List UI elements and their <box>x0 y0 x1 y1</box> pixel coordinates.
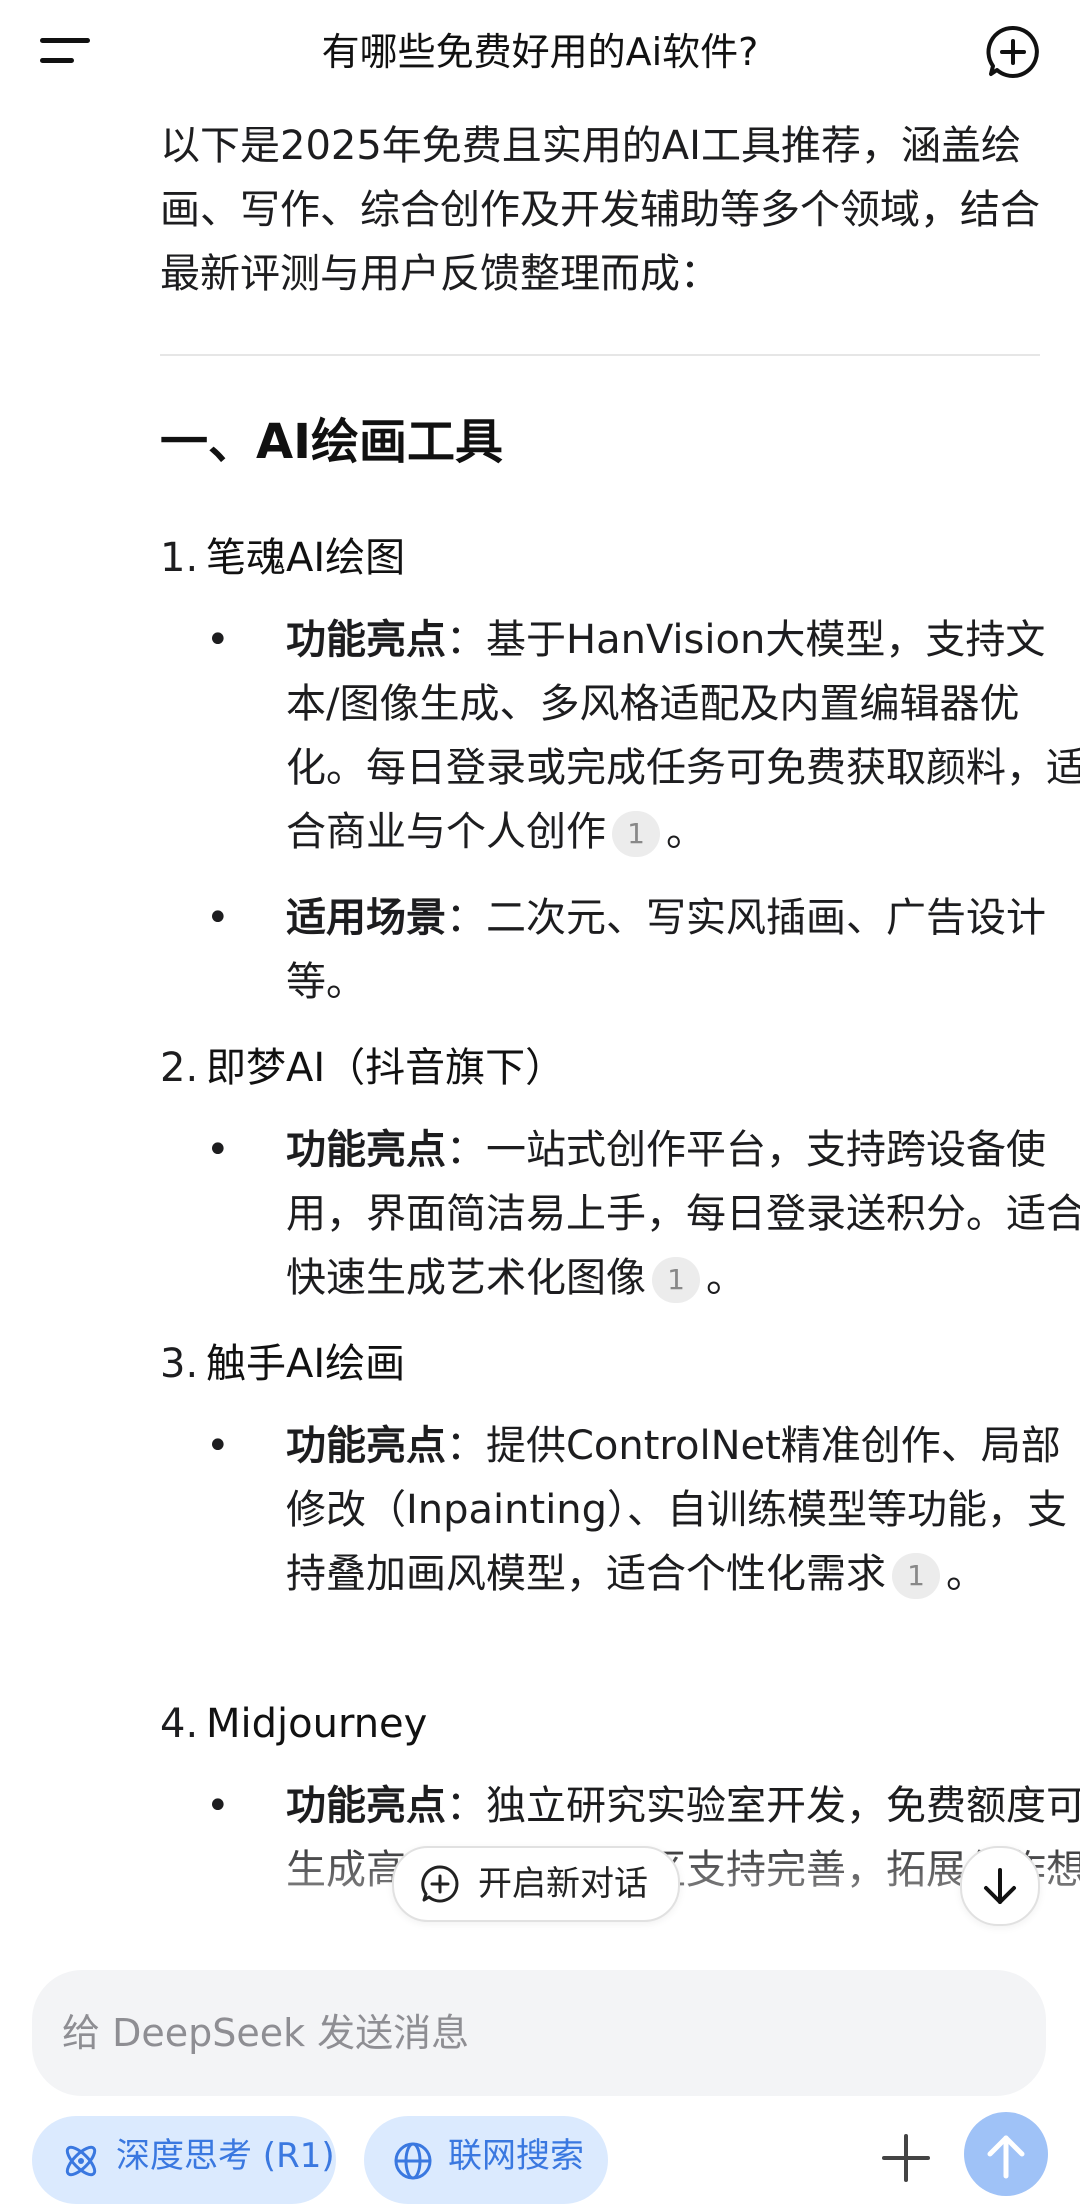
item-number: 2. <box>160 1045 199 1091</box>
atom-icon <box>65 2145 97 2177</box>
item-number: 3. <box>160 1341 199 1387</box>
web-search-label: 联网搜索 <box>448 2136 584 2176</box>
item-number: 1. <box>160 535 199 581</box>
page-title: 有哪些免费好用的Ai软件? <box>321 30 759 74</box>
deep-think-toggle[interactable]: 深度思考 (R1) <box>32 2116 336 2204</box>
scroll-to-bottom-button[interactable] <box>960 1846 1040 1926</box>
bullet-end: 。 <box>946 1551 986 1597</box>
bullet-end: 。 <box>666 809 706 855</box>
item-title: 笔魂AI绘图 <box>206 535 406 581</box>
web-search-toggle[interactable]: 联网搜索 <box>364 2116 608 2204</box>
item-number: 4. <box>160 1701 199 1747</box>
menu-icon-line-top <box>40 38 90 43</box>
message-input[interactable]: 给 DeepSeek 发送消息 <box>32 1970 1046 2096</box>
bullet-dot: • <box>206 617 230 663</box>
bullet-separator: ： <box>446 1783 486 1829</box>
send-button[interactable] <box>964 2112 1048 2196</box>
citation-badge[interactable]: 1 <box>612 811 660 857</box>
item-title: 触手AI绘画 <box>206 1341 406 1387</box>
bullet-label: 功能亮点 <box>286 1423 446 1469</box>
new-chat-button[interactable]: 开启新对话 <box>392 1846 680 1922</box>
bullet-separator: ： <box>446 1127 486 1173</box>
bullet-label: 适用场景 <box>286 895 446 941</box>
menu-icon[interactable] <box>30 26 100 76</box>
globe-icon <box>394 2142 432 2180</box>
bullet-label: 功能亮点 <box>286 617 446 663</box>
section-heading: 一、AI绘画工具 <box>160 414 504 470</box>
deep-think-label: 深度思考 (R1) <box>116 2136 335 2176</box>
bullet-end: 。 <box>706 1255 746 1301</box>
bullet-separator: ： <box>446 895 486 941</box>
item-title: Midjourney <box>206 1701 428 1747</box>
top-bar: 有哪些免费好用的Ai软件? <box>0 0 1080 108</box>
bullet-dot: • <box>206 1127 230 1173</box>
bullet-separator: ： <box>446 617 486 663</box>
divider <box>160 354 1040 356</box>
bullet-label: 功能亮点 <box>286 1127 446 1173</box>
arrow-up-icon <box>987 2135 1025 2179</box>
attach-plus-icon[interactable] <box>876 2128 936 2188</box>
bullet-dot: • <box>206 1423 230 1469</box>
citation-badge[interactable]: 1 <box>892 1553 940 1599</box>
bullet-label: 功能亮点 <box>286 1783 446 1829</box>
bullet-dot: • <box>206 1783 230 1829</box>
citation-badge[interactable]: 1 <box>652 1257 700 1303</box>
intro-paragraph: 以下是2025年免费且实用的AI工具推荐，涵盖绘画、写作、综合创作及开发辅助等多… <box>160 123 1040 297</box>
new-chat-label: 开启新对话 <box>478 1864 648 1904</box>
chat-plus-icon <box>421 1865 459 1903</box>
bullet-dot: • <box>206 895 230 941</box>
message-input-placeholder: 给 DeepSeek 发送消息 <box>62 2011 470 2055</box>
menu-icon-line-bottom <box>40 58 74 63</box>
bullet-separator: ： <box>446 1423 486 1469</box>
item-title: 即梦AI（抖音旗下） <box>206 1045 566 1091</box>
arrow-down-icon <box>984 1868 1016 1904</box>
chat-plus-icon[interactable] <box>985 24 1041 80</box>
